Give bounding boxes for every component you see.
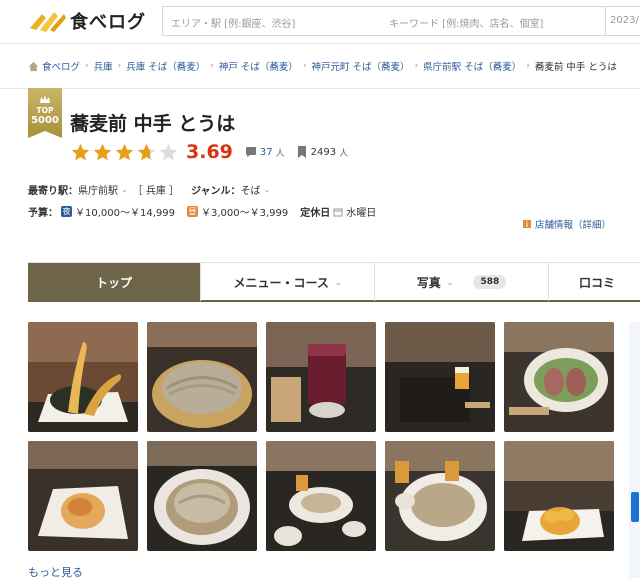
- tab-photos-label: 写真: [416, 275, 441, 290]
- chevron-down-icon: ⌄: [334, 277, 342, 287]
- photo-dessert[interactable]: [504, 441, 614, 551]
- tab-photos[interactable]: 写真 ⌄ 588: [375, 263, 549, 301]
- save-count-unit: 人: [339, 148, 349, 159]
- photo-counter[interactable]: [385, 322, 495, 432]
- photo-soba-plate[interactable]: [147, 441, 257, 551]
- star-icon: [71, 143, 90, 160]
- scroll-indicator[interactable]: [631, 492, 639, 522]
- tab-top-label: トップ: [95, 275, 132, 290]
- photo-soba-set[interactable]: [385, 441, 495, 551]
- home-icon: [28, 61, 39, 71]
- logo-icon: [30, 12, 66, 32]
- breadcrumb: 食べログ › 兵庫 › 兵庫 そば（蕎麦） › 神戸 そば（蕎麦） › 神戸元町…: [28, 58, 617, 74]
- photo-drink[interactable]: [266, 322, 376, 432]
- star-half-icon: [137, 143, 156, 160]
- breadcrumb-item-hyogo[interactable]: 兵庫: [94, 59, 113, 73]
- tab-top[interactable]: トップ: [28, 263, 201, 301]
- calendar-icon: [333, 208, 343, 216]
- breadcrumb-item-hyogo-soba[interactable]: 兵庫 そば（蕎麦）: [126, 59, 205, 73]
- info-icon: [523, 220, 531, 228]
- prefecture-link[interactable]: ［ 兵庫 ］: [133, 182, 179, 197]
- shop-tabs: トップ メニュー・コース ⌄ 写真 ⌄ 588 口コミ: [28, 262, 640, 302]
- tab-reviews[interactable]: 口コミ: [549, 263, 640, 301]
- genre-link[interactable]: そば: [241, 182, 261, 197]
- closed-day: 水曜日: [346, 208, 377, 219]
- date-input[interactable]: 2023/: [606, 6, 640, 36]
- breadcrumb-item-motomachi-soba[interactable]: 神戸元町 そば（蕎麦）: [312, 59, 410, 73]
- shop-name: 蕎麦前 中手 とうは: [70, 113, 236, 135]
- crown-icon: [40, 95, 50, 103]
- station-label: 最寄り駅：: [28, 186, 78, 197]
- review-count-unit: 人: [275, 148, 285, 159]
- side-scroll-strip: [629, 322, 640, 578]
- photo-zaru-soba[interactable]: [147, 322, 257, 432]
- chevron-right-icon: ›: [526, 61, 530, 71]
- review-count[interactable]: 37: [260, 147, 273, 158]
- tab-menu[interactable]: メニュー・コース ⌄: [201, 263, 375, 301]
- tabelog-logo[interactable]: 食べログ: [28, 8, 146, 34]
- save-count: 2493: [310, 146, 337, 158]
- chevron-right-icon: ›: [210, 61, 214, 71]
- rating-score: 3.69: [186, 141, 233, 163]
- bookmark-icon: [297, 146, 306, 158]
- star-icon: [93, 143, 112, 160]
- breadcrumb-item-kenchomae-soba[interactable]: 県庁前駅 そば（蕎麦）: [423, 59, 521, 73]
- store-info-link[interactable]: 店舗情報（詳細）: [522, 217, 611, 231]
- comment-icon: [245, 147, 256, 157]
- chevron-right-icon: ›: [414, 61, 419, 71]
- chevron-down-icon: ⌄: [446, 277, 454, 287]
- badge-top-text: TOP: [36, 106, 54, 115]
- dinner-price: ￥10,000～￥14,999: [75, 208, 175, 219]
- photo-course[interactable]: [266, 441, 376, 551]
- photo-duck[interactable]: [504, 322, 614, 432]
- chevron-down-icon: ⌄: [263, 185, 271, 194]
- breadcrumb-item-tabelog[interactable]: 食べログ: [42, 59, 80, 73]
- rating-stars: [70, 142, 180, 163]
- keyword-search-input[interactable]: キーワード [例:焼肉、店名、個室]: [381, 6, 606, 36]
- photo-count-badge: 588: [473, 275, 507, 289]
- rating-row: 3.69 37 人 2493 人: [70, 140, 348, 164]
- station-link[interactable]: 県庁前駅: [78, 182, 118, 197]
- closed-label: 定休日: [300, 208, 331, 219]
- budget-label: 予算：: [28, 208, 58, 219]
- lunch-price: ￥3,000～￥3,999: [200, 208, 289, 219]
- budget-row: 予算： 夜 ￥10,000～￥14,999 昼 ￥3,000～￥3,999 定休…: [28, 204, 376, 219]
- chevron-right-icon: ›: [85, 61, 89, 71]
- more-photos-link[interactable]: もっと見る: [28, 564, 83, 578]
- store-info-label: 店舗情報（詳細）: [535, 220, 612, 231]
- divider: [0, 88, 640, 89]
- photo-tempura[interactable]: [28, 322, 138, 432]
- star-icon: [115, 143, 134, 160]
- chevron-right-icon: ›: [117, 61, 122, 71]
- sun-icon: 昼: [186, 206, 198, 217]
- access-genre-row: 最寄り駅： 県庁前駅 ⌄ ［ 兵庫 ］ ジャンル： そば ⌄: [28, 182, 273, 197]
- top5000-award-badge[interactable]: TOP 5000: [28, 88, 62, 138]
- photo-kakiage[interactable]: [28, 441, 138, 551]
- tab-menu-label: メニュー・コース: [233, 275, 329, 290]
- breadcrumb-item-current: 蕎麦前 中手 とうは: [534, 62, 617, 73]
- chevron-down-icon: ⌄: [121, 185, 128, 194]
- genre-label: ジャンル：: [191, 186, 241, 197]
- tab-reviews-label: 口コミ: [579, 275, 616, 290]
- top-header: 食べログ エリア・駅 [例:銀座、渋谷] キーワード [例:焼肉、店名、個室] …: [0, 0, 640, 44]
- moon-icon: 夜: [61, 206, 72, 217]
- area-search-input[interactable]: エリア・駅 [例:銀座、渋谷]: [162, 6, 382, 36]
- logo-text: 食べログ: [70, 12, 146, 33]
- chevron-right-icon: ›: [302, 61, 307, 71]
- star-empty-icon: [159, 143, 178, 160]
- badge-number: 5000: [31, 115, 59, 126]
- breadcrumb-item-kobe-soba[interactable]: 神戸 そば（蕎麦）: [219, 59, 298, 73]
